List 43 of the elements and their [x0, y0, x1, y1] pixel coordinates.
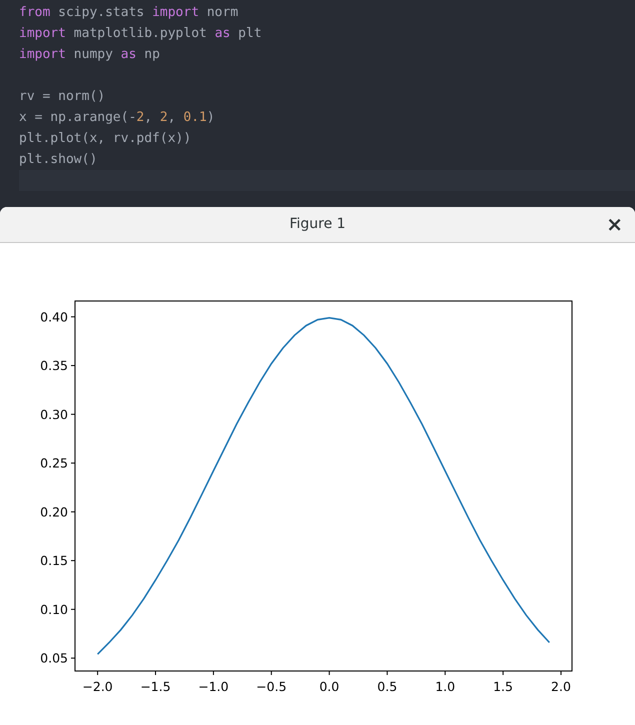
code-line: x = np.arange(-2, 2, 0.1)	[18, 109, 216, 127]
tick-label: 0.15	[40, 553, 68, 568]
tick-label: −1.5	[140, 679, 171, 694]
tick-mark	[70, 316, 76, 318]
tick-mark	[502, 670, 504, 676]
tick-mark	[155, 670, 156, 676]
tick-mark	[70, 511, 76, 512]
tick-label: 0.20	[40, 504, 68, 520]
tick-label: 0.40	[40, 309, 68, 324]
tick-mark	[70, 560, 76, 562]
tick-mark	[270, 670, 272, 676]
tick-label: 0.35	[40, 358, 68, 374]
code-line: from scipy.stats import norm	[18, 4, 240, 22]
tick-label: 0.25	[40, 456, 68, 471]
tick-mark	[560, 670, 562, 676]
tick-label: 1.5	[493, 679, 514, 694]
tick-mark	[70, 414, 76, 415]
tick-label: 0.10	[40, 602, 68, 617]
tick-label: −0.5	[256, 679, 287, 694]
tick-label: 0.05	[40, 650, 68, 666]
code-line: rv = norm()	[18, 88, 106, 106]
tick-label: 1.0	[435, 679, 456, 694]
tick-mark	[328, 670, 330, 676]
tick-mark	[70, 365, 76, 366]
tick-mark	[70, 658, 76, 659]
window-title: Figure 1	[289, 215, 346, 234]
tick-label: −1.0	[198, 679, 229, 694]
code-line: plt.plot(x, rv.pdf(x))	[18, 130, 192, 148]
tick-label: −2.0	[82, 679, 113, 694]
tick-mark	[444, 670, 446, 676]
code-line: import matplotlib.pyplot as plt	[18, 25, 263, 43]
tick-mark	[70, 608, 76, 610]
tick-label: 0.5	[377, 679, 398, 694]
tick-mark	[97, 670, 98, 676]
code-line: plt.show()	[18, 151, 98, 169]
close-button[interactable]: ×	[602, 213, 627, 235]
tick-label: 0.0	[319, 679, 340, 694]
tick-mark	[70, 462, 76, 464]
tick-mark	[386, 670, 388, 676]
code-line: import numpy as np	[18, 46, 161, 64]
tick-label: 2.0	[551, 679, 571, 694]
tick-label: 0.30	[40, 406, 68, 422]
tick-mark	[212, 670, 214, 676]
